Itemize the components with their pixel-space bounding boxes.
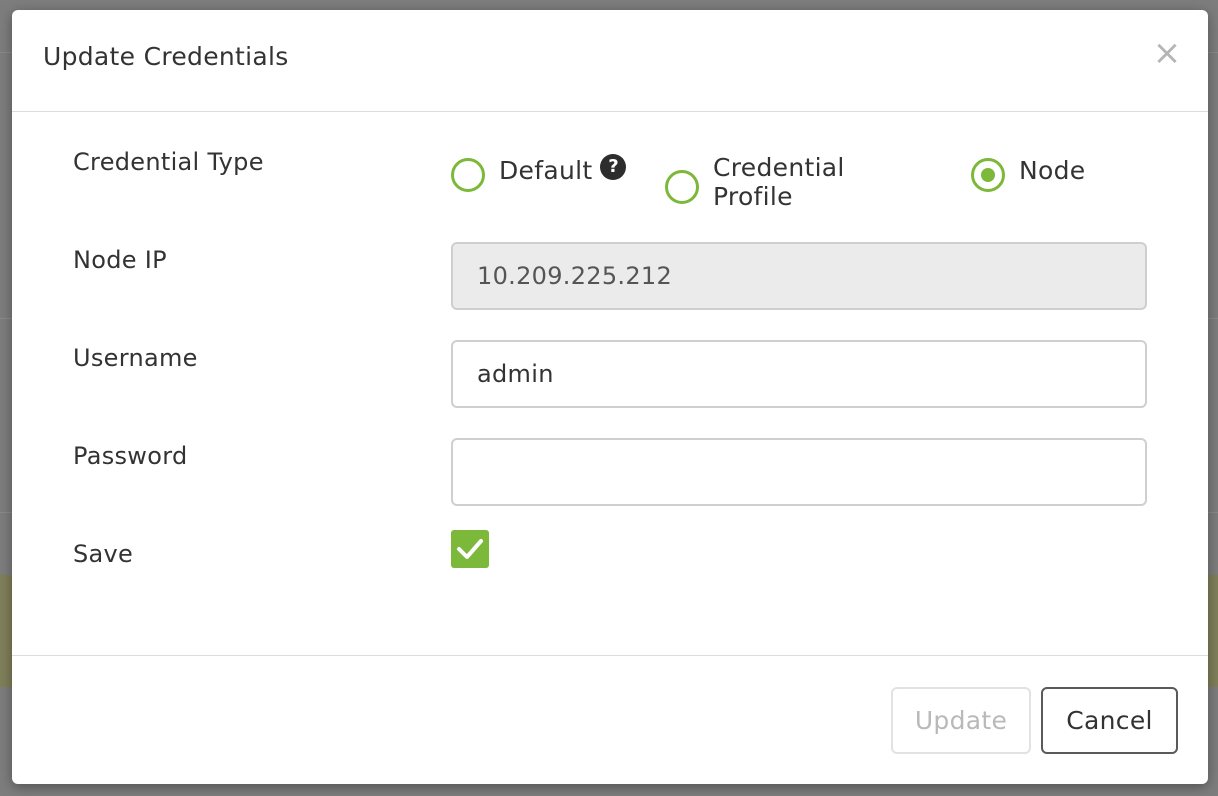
radio-node-circle[interactable] bbox=[971, 158, 1005, 192]
node-ip-input bbox=[451, 242, 1147, 310]
dialog-title: Update Credentials bbox=[43, 42, 289, 71]
credential-type-label: Credential Type bbox=[73, 148, 264, 176]
username-label: Username bbox=[73, 344, 198, 372]
radio-default-circle[interactable] bbox=[451, 158, 485, 192]
dialog-footer: Update Cancel bbox=[12, 655, 1208, 784]
radio-node-label: Node bbox=[1019, 155, 1086, 185]
update-button[interactable]: Update bbox=[891, 687, 1031, 754]
save-label: Save bbox=[73, 540, 134, 568]
node-ip-label: Node IP bbox=[73, 246, 167, 274]
radio-credential-profile-label: Credential Profile bbox=[713, 153, 845, 211]
username-input[interactable] bbox=[451, 340, 1147, 408]
update-credentials-dialog: Update Credentials × Credential Type Def… bbox=[12, 10, 1208, 784]
radio-credential-profile[interactable]: Credential Profile bbox=[665, 153, 845, 216]
close-icon[interactable]: × bbox=[1152, 36, 1182, 70]
cancel-button[interactable]: Cancel bbox=[1041, 687, 1178, 754]
dialog-header: Update Credentials × bbox=[12, 10, 1208, 112]
password-label: Password bbox=[73, 442, 188, 470]
radio-default[interactable]: Default ? bbox=[451, 154, 627, 192]
question-circle-icon[interactable]: ? bbox=[600, 154, 627, 180]
radio-node[interactable]: Node bbox=[971, 155, 1086, 192]
password-input[interactable] bbox=[451, 438, 1147, 506]
checkmark-icon bbox=[457, 539, 483, 559]
save-checkbox[interactable] bbox=[451, 530, 489, 568]
radio-default-label: Default bbox=[499, 155, 593, 185]
radio-credential-profile-circle[interactable] bbox=[665, 170, 699, 204]
